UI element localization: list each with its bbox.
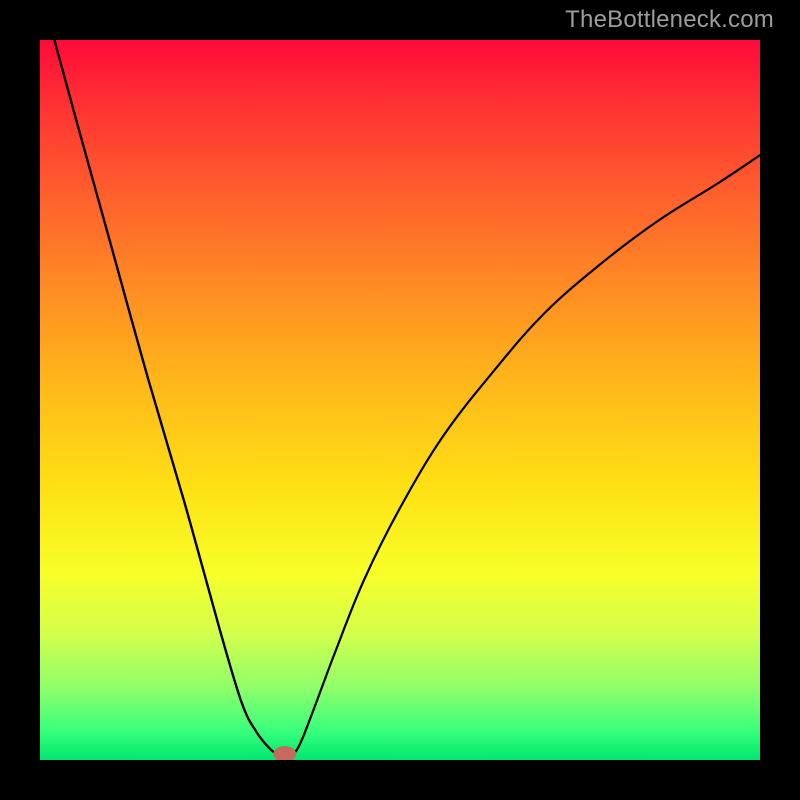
curve-right [288, 155, 760, 760]
chart-svg [40, 40, 760, 760]
chart-plot-area [40, 40, 760, 760]
watermark-label: TheBottleneck.com [565, 6, 774, 34]
chart-frame: TheBottleneck.com [0, 0, 800, 800]
curve-left [54, 40, 288, 760]
bottleneck-marker [273, 746, 296, 760]
